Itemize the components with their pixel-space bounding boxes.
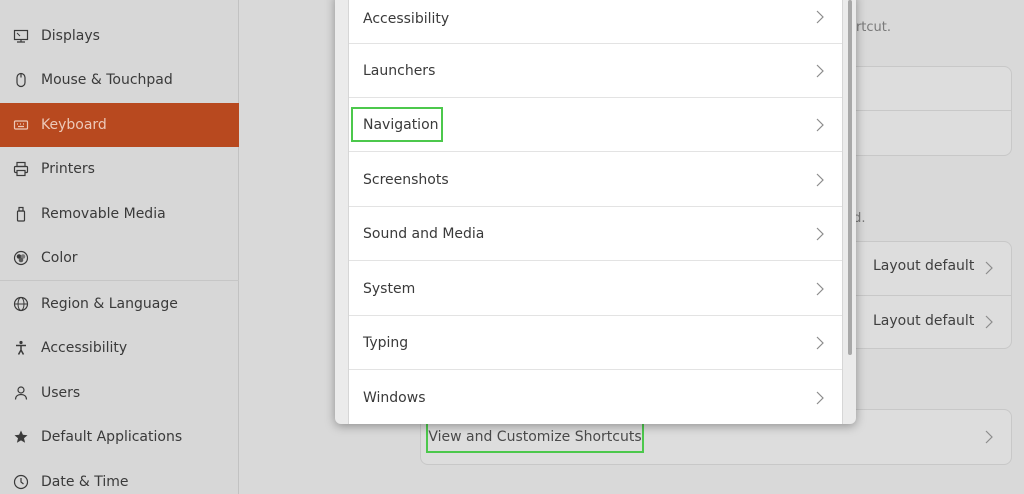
category-row-typing[interactable]: Typing bbox=[349, 316, 842, 370]
category-label: System bbox=[363, 280, 416, 297]
sidebar-item-users[interactable]: Users bbox=[0, 371, 239, 415]
sidebar-item-label: Accessibility bbox=[41, 340, 128, 356]
sidebar-item-region-language[interactable]: Region & Language bbox=[0, 282, 239, 326]
row-divider bbox=[840, 110, 1012, 111]
chevron-right-icon bbox=[816, 282, 824, 296]
chevron-right-icon bbox=[985, 315, 993, 329]
navigation-highlight-box bbox=[351, 107, 443, 142]
category-row-system[interactable]: System bbox=[349, 262, 842, 316]
chevron-right-icon bbox=[816, 10, 824, 24]
chevron-right-icon bbox=[816, 118, 824, 132]
chevron-right-icon bbox=[816, 391, 824, 405]
chevron-right-icon bbox=[985, 261, 993, 275]
keyboard-icon bbox=[12, 116, 30, 134]
sidebar-divider bbox=[0, 280, 239, 281]
sidebar-item-displays[interactable]: Displays bbox=[0, 14, 239, 58]
sidebar-item-color[interactable]: Color bbox=[0, 236, 239, 280]
sidebar-item-label: Users bbox=[41, 385, 81, 401]
compose-key-value[interactable]: Layout default bbox=[873, 313, 974, 329]
alternate-characters-key-value[interactable]: Layout default bbox=[873, 258, 974, 274]
users-icon bbox=[12, 384, 30, 402]
sidebar-item-date-time[interactable]: Date & Time bbox=[0, 460, 239, 494]
row-divider bbox=[840, 295, 1012, 296]
category-row-sound-and-media[interactable]: Sound and Media bbox=[349, 207, 842, 261]
chevron-right-icon bbox=[816, 173, 824, 187]
sidebar-item-label: Displays bbox=[41, 28, 100, 44]
category-row-windows[interactable]: Windows bbox=[349, 371, 842, 425]
accessibility-icon bbox=[12, 339, 30, 357]
printer-icon bbox=[12, 160, 30, 178]
sidebar-item-label: Removable Media bbox=[41, 206, 166, 222]
mouse-icon bbox=[12, 71, 30, 89]
category-label: Sound and Media bbox=[363, 225, 485, 242]
star-icon bbox=[12, 428, 30, 446]
shortcut-category-list: Accessibility Launchers Navigation Scree… bbox=[348, 0, 843, 424]
chevron-right-icon bbox=[816, 336, 824, 350]
sidebar-item-label: Default Applications bbox=[41, 429, 183, 445]
usb-drive-icon bbox=[12, 205, 30, 223]
globe-icon bbox=[12, 295, 30, 313]
sidebar-item-removable-media[interactable]: Removable Media bbox=[0, 192, 239, 236]
category-label: Launchers bbox=[363, 62, 436, 79]
chevron-right-icon bbox=[816, 64, 824, 78]
dialog-scrollbar[interactable] bbox=[848, 0, 852, 355]
sidebar-item-mouse-touchpad[interactable]: Mouse & Touchpad bbox=[0, 58, 239, 102]
settings-sidebar: Displays Mouse & Touchpad Keyboard Print… bbox=[0, 0, 239, 494]
category-row-launchers[interactable]: Launchers bbox=[349, 44, 842, 98]
sidebar-item-accessibility[interactable]: Accessibility bbox=[0, 326, 239, 370]
category-label: Screenshots bbox=[363, 171, 449, 188]
sidebar-item-label: Region & Language bbox=[41, 296, 178, 312]
sidebar-item-default-applications[interactable]: Default Applications bbox=[0, 415, 239, 459]
chevron-right-icon bbox=[816, 227, 824, 241]
view-customize-shortcuts-text: View and Customize Shortcuts bbox=[428, 429, 642, 445]
category-label: Typing bbox=[363, 334, 409, 351]
sidebar-item-printers[interactable]: Printers bbox=[0, 147, 239, 191]
chevron-right-icon bbox=[985, 430, 993, 444]
sidebar-item-label: Color bbox=[41, 250, 78, 266]
keyboard-shortcuts-dialog: Accessibility Launchers Navigation Scree… bbox=[335, 0, 856, 424]
sidebar-item-label: Date & Time bbox=[41, 474, 129, 490]
sidebar-item-label: Printers bbox=[41, 161, 95, 177]
clock-icon bbox=[12, 473, 30, 491]
display-icon bbox=[12, 27, 30, 45]
category-label: Windows bbox=[363, 390, 426, 406]
category-row-screenshots[interactable]: Screenshots bbox=[349, 153, 842, 207]
color-icon bbox=[12, 249, 30, 267]
category-label: Accessibility bbox=[363, 10, 450, 27]
sidebar-item-label: Mouse & Touchpad bbox=[41, 72, 173, 88]
view-customize-shortcuts-label[interactable]: View and Customize Shortcuts bbox=[426, 421, 644, 453]
category-row-accessibility[interactable]: Accessibility bbox=[349, 0, 842, 44]
sidebar-item-label: Keyboard bbox=[41, 117, 107, 133]
sidebar-item-keyboard[interactable]: Keyboard bbox=[0, 103, 239, 147]
